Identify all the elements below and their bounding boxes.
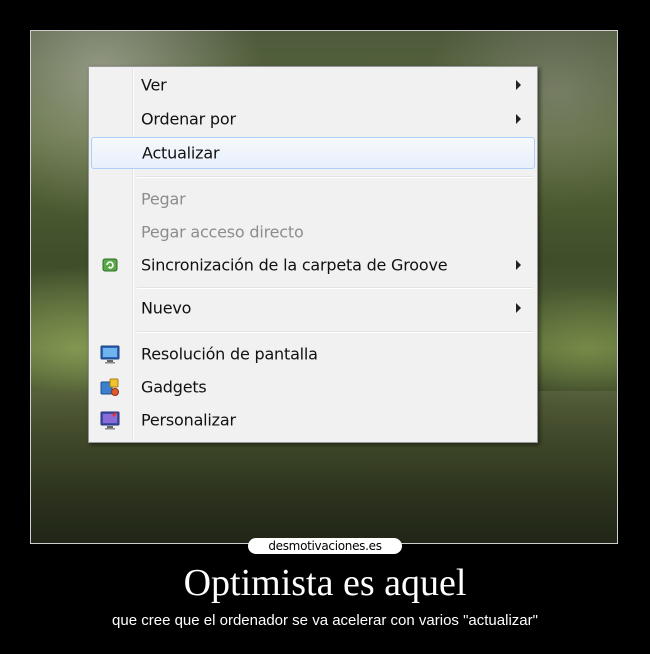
menu-item-ordenar-por[interactable]: Ordenar por xyxy=(91,103,535,135)
site-badge: desmotivaciones.es xyxy=(248,538,402,554)
submenu-arrow-icon xyxy=(516,80,521,90)
menu-item-groove-sync[interactable]: Sincronización de la carpeta de Groove xyxy=(91,249,535,281)
poster-subtitle: que cree que el ordenador se va acelerar… xyxy=(112,612,538,629)
submenu-arrow-icon xyxy=(516,260,521,270)
menu-item-actualizar[interactable]: Actualizar xyxy=(91,137,535,169)
gadgets-icon xyxy=(100,378,119,396)
menu-item-label: Sincronización de la carpeta de Groove xyxy=(141,255,448,275)
menu-item-personalizar[interactable]: Personalizar xyxy=(91,404,535,436)
menu-item-label: Resolución de pantalla xyxy=(141,344,318,364)
menu-item-label: Ordenar por xyxy=(141,109,236,129)
personalize-icon xyxy=(100,411,120,430)
submenu-arrow-icon xyxy=(516,114,521,124)
poster-title: Optimista es aquel xyxy=(183,562,467,604)
display-resolution-icon xyxy=(100,345,120,364)
submenu-arrow-icon xyxy=(516,303,521,313)
menu-item-label: Pegar xyxy=(141,189,186,209)
groove-sync-icon xyxy=(102,258,118,272)
menu-item-gadgets[interactable]: Gadgets xyxy=(91,371,535,403)
menu-item-label: Pegar acceso directo xyxy=(141,222,304,242)
menu-item-pegar[interactable]: Pegar xyxy=(91,183,535,215)
menu-separator xyxy=(137,176,533,178)
desktop-context-menu: Ver Ordenar por Actualizar Pegar Pegar a… xyxy=(88,66,538,443)
menu-item-ver[interactable]: Ver xyxy=(91,69,535,101)
menu-item-label: Ver xyxy=(141,75,167,95)
menu-item-label: Actualizar xyxy=(142,143,220,163)
menu-separator xyxy=(137,331,533,333)
menu-separator xyxy=(137,287,533,289)
menu-item-label: Nuevo xyxy=(141,298,192,318)
menu-item-pegar-acceso-directo[interactable]: Pegar acceso directo xyxy=(91,216,535,248)
menu-item-nuevo[interactable]: Nuevo xyxy=(91,292,535,324)
menu-item-label: Gadgets xyxy=(141,377,207,397)
menu-item-resolucion[interactable]: Resolución de pantalla xyxy=(91,338,535,370)
menu-item-label: Personalizar xyxy=(141,410,236,430)
